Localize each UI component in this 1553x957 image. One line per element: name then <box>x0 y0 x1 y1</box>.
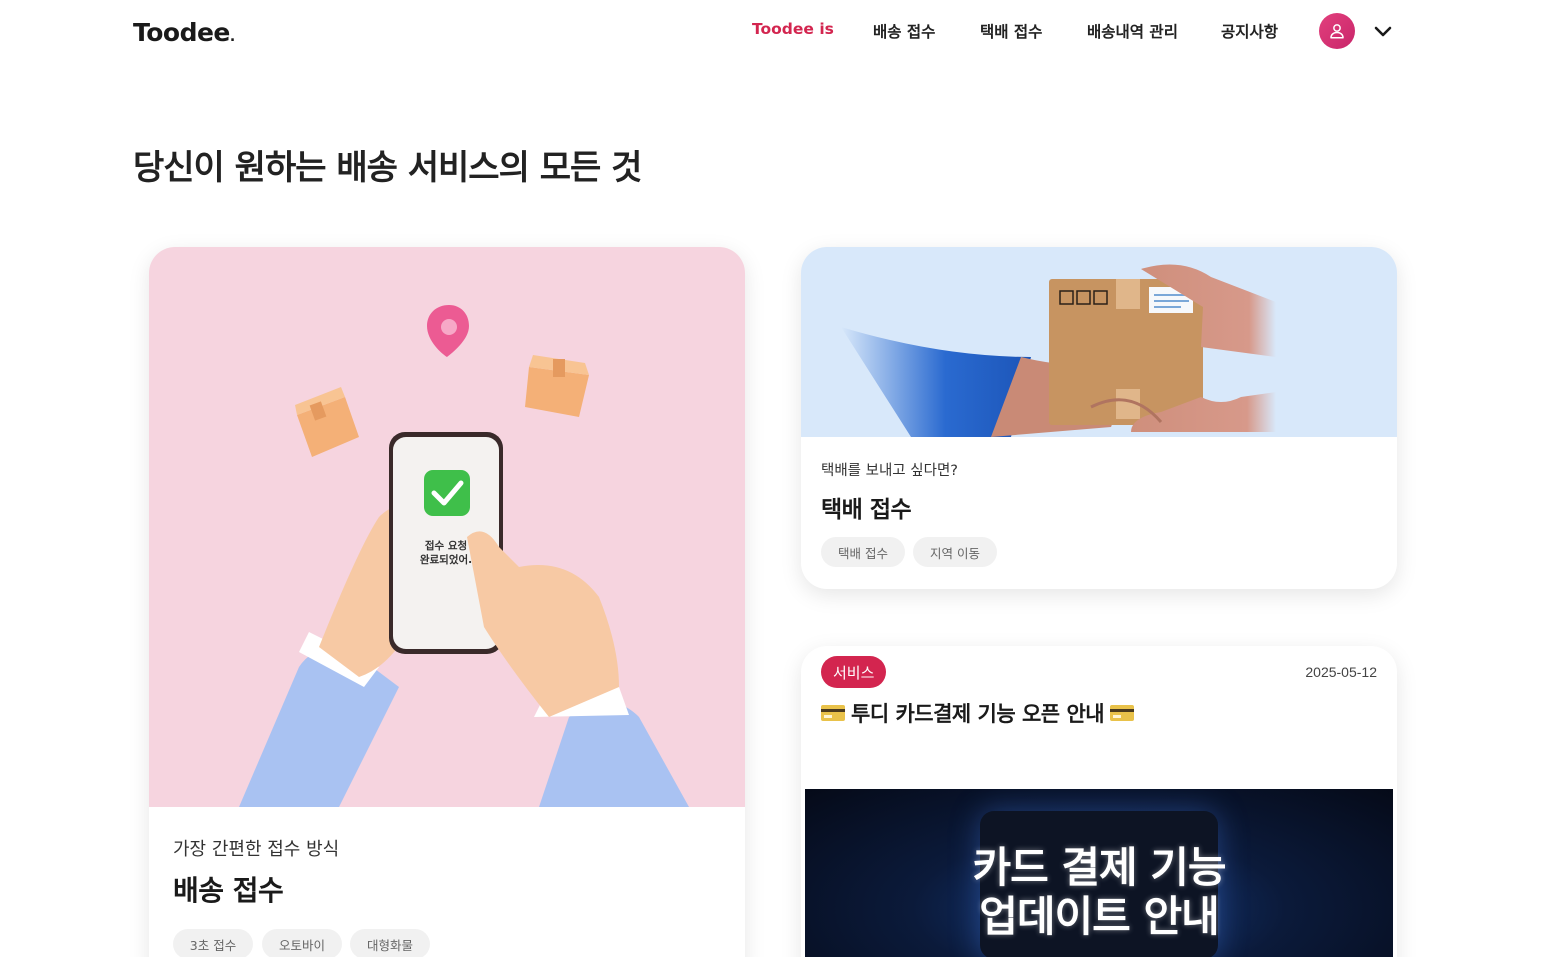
notice-banner: 카드 결제 기능 업데이트 안내 <box>805 789 1393 957</box>
notice-card[interactable]: 서비스 2025-05-12 투디 카드결제 기능 오픈 안내 카드 결제 기능… <box>801 646 1397 957</box>
top-header: Toodee. Toodee is 배송 접수 택배 접수 배송내역 관리 공지… <box>0 0 1553 62</box>
category-badge: 서비스 <box>821 656 887 688</box>
nav-parcel-request[interactable]: 택배 접수 <box>980 20 1042 42</box>
notice-title: 투디 카드결제 기능 오픈 안내 <box>821 698 1135 728</box>
delivery-card-title: 배송 접수 <box>173 874 284 907</box>
tag-motorcycle[interactable]: 오토바이 <box>262 929 342 957</box>
box-icon <box>525 355 589 417</box>
notice-title-text: 투디 카드결제 기능 오픈 안내 <box>851 702 1105 726</box>
delivery-request-card[interactable]: 접수 요청 완료되었어. 가장 간편한 접수 방식 배송 접수 3초 접수 오토… <box>149 247 745 957</box>
notice-date: 2025-05-12 <box>1305 664 1377 680</box>
nav-delivery-request[interactable]: 배송 접수 <box>873 20 935 42</box>
chevron-down-icon[interactable] <box>1371 19 1395 43</box>
logo[interactable]: Toodee. <box>133 18 235 47</box>
nav-delivery-history[interactable]: 배송내역 관리 <box>1087 20 1178 42</box>
banner-line2: 업데이트 안내 <box>979 892 1219 941</box>
user-icon <box>1330 24 1344 39</box>
delivery-card-subtitle: 가장 간편한 접수 방식 <box>173 839 340 860</box>
parcel-card-title: 택배 접수 <box>821 497 912 523</box>
nav-notice[interactable]: 공지사항 <box>1221 20 1278 42</box>
profile-button[interactable] <box>1319 13 1355 49</box>
page-title: 당신이 원하는 배송 서비스의 모든 것 <box>133 148 642 188</box>
location-pin-icon <box>427 305 469 357</box>
tag-3sec[interactable]: 3초 접수 <box>173 929 253 957</box>
tag-large-cargo[interactable]: 대형화물 <box>350 929 430 957</box>
phone-message-line1: 접수 요청 <box>424 540 468 552</box>
parcel-request-card[interactable]: 택배를 보내고 싶다면? 택배 접수 택배 접수 지역 이동 <box>801 247 1397 589</box>
phone-message-line2: 완료되었어. <box>419 554 473 566</box>
parcel-illustration <box>801 247 1397 437</box>
box-icon <box>295 387 359 457</box>
nav-toodee-is[interactable]: Toodee is <box>752 20 834 38</box>
tag-parcel[interactable]: 택배 접수 <box>821 537 905 567</box>
credit-card-icon <box>821 705 845 721</box>
credit-card-icon <box>1110 705 1135 721</box>
delivery-illustration: 접수 요청 완료되었어. <box>149 247 745 807</box>
tag-region-move[interactable]: 지역 이동 <box>913 537 997 567</box>
parcel-card-subtitle: 택배를 보내고 싶다면? <box>821 463 958 479</box>
